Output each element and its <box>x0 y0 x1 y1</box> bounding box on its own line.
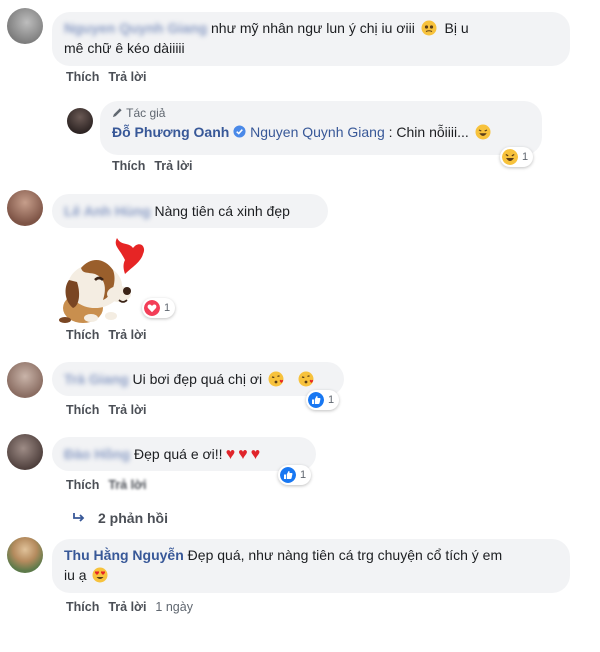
love-reaction-icon <box>144 300 160 316</box>
kiss-emoji-icon <box>268 371 284 387</box>
reply-link[interactable]: Trả lời <box>108 600 146 614</box>
comment-text: Nàng tiên cá xinh đẹp <box>154 203 290 219</box>
comment-text: Đẹp quá, như nàng tiên cá trg chuyện cổ … <box>187 547 503 563</box>
comment-actions: Thích Trả lời <box>66 478 155 492</box>
reply-arrow-icon <box>73 513 85 522</box>
comment-text: mê chữ ê kéo dàiiiii <box>64 40 185 56</box>
author-badge: Tác giả <box>126 106 166 120</box>
like-link[interactable]: Thích <box>66 478 99 492</box>
reply-link[interactable]: Trả lời <box>108 403 146 417</box>
commenter-name[interactable]: Nguyen Quynh Giang <box>64 20 207 36</box>
comment-bubble: Nguyen Quynh Giang như mỹ nhân ngư lun ý… <box>52 12 570 66</box>
avatar[interactable] <box>7 190 43 226</box>
avatar[interactable] <box>7 434 43 470</box>
like-link[interactable]: Thích <box>112 159 145 173</box>
comment-text: Đẹp quá e ơi!! <box>134 446 223 462</box>
comment-text: : Chin nỗiiii... <box>388 124 469 140</box>
commenter-name[interactable]: Đỗ Phương Oanh <box>112 124 229 140</box>
kiss-emoji-icon <box>298 371 314 387</box>
comment-bubble: Đào Hồng Đẹp quá e ơi!! ♥ ♥ ♥ <box>52 437 316 471</box>
comment-actions: Thích Trả lời <box>112 159 201 173</box>
commenter-name[interactable]: Trà Giang <box>64 371 129 387</box>
avatar[interactable] <box>7 8 43 44</box>
view-replies-label[interactable]: 2 phản hồi <box>98 510 168 526</box>
tagged-name[interactable]: Nguyen Quynh Giang <box>250 124 385 140</box>
puppy-sticker[interactable] <box>55 236 155 326</box>
reply-link[interactable]: Trả lời <box>108 70 146 84</box>
avatar[interactable] <box>7 362 43 398</box>
heart-emoji-icon: ♥ <box>250 446 261 463</box>
verified-badge-icon <box>233 125 246 138</box>
heart-eyes-emoji-icon <box>92 567 108 583</box>
like-reaction-icon <box>308 392 324 408</box>
comment-bubble: Thu Hằng Nguyễn Đẹp quá, như nàng tiên c… <box>52 539 570 593</box>
heart-emoji-icon: ♥ <box>238 446 248 463</box>
comment-actions: Thích Trả lời <box>66 328 155 342</box>
heart-emoji-icon: ♥ <box>225 446 236 463</box>
comment-text: Bị u <box>444 20 469 36</box>
timestamp[interactable]: 1 ngày <box>155 600 193 614</box>
reaction-summary[interactable]: 1 <box>306 390 340 410</box>
laugh-reaction-icon <box>502 149 518 165</box>
reply-link[interactable]: Trả lời <box>108 478 146 492</box>
avatar[interactable] <box>67 108 93 134</box>
comment-bubble: Tác giả Đỗ Phương Oanh Nguyen Quynh Gian… <box>100 101 542 155</box>
reaction-summary[interactable]: 1 <box>142 298 176 318</box>
avatar[interactable] <box>7 537 43 573</box>
like-reaction-icon <box>280 467 296 483</box>
reaction-count: 1 <box>164 302 171 314</box>
reply-link[interactable]: Trả lời <box>154 159 192 173</box>
comment-text: Ui bơi đẹp quá chị ơi <box>132 371 263 387</box>
reaction-summary[interactable]: 1 <box>278 465 312 485</box>
comment-actions: Thích Trả lời 1 ngày <box>66 600 202 614</box>
comment-text: iu ạ <box>64 567 87 583</box>
reaction-count: 1 <box>328 394 335 406</box>
commenter-name[interactable]: Thu Hằng Nguyễn <box>64 547 184 563</box>
like-link[interactable]: Thích <box>66 600 99 614</box>
comment-bubble: Trà Giang Ui bơi đẹp quá chị ơi <box>52 362 344 396</box>
view-replies-link[interactable]: 2 phản hồi <box>72 510 168 526</box>
pencil-icon <box>112 108 122 118</box>
comment-bubble: Lê Anh Hùng Nàng tiên cá xinh đẹp <box>52 194 328 228</box>
comment-actions: Thích Trả lời <box>66 70 155 84</box>
like-link[interactable]: Thích <box>66 403 99 417</box>
reply-link[interactable]: Trả lời <box>108 328 146 342</box>
comment-actions: Thích Trả lời <box>66 403 155 417</box>
reaction-count: 1 <box>522 151 529 163</box>
like-link[interactable]: Thích <box>66 70 99 84</box>
reaction-count: 1 <box>300 469 307 481</box>
commenter-name[interactable]: Lê Anh Hùng <box>64 203 151 219</box>
commenter-name[interactable]: Đào Hồng <box>64 446 130 462</box>
laugh-emoji-icon <box>475 124 491 140</box>
comment-text: như mỹ nhân ngư lun ý chị iu ơiii <box>211 20 415 36</box>
like-link[interactable]: Thích <box>66 328 99 342</box>
cry-emoji-icon <box>421 20 437 36</box>
reaction-summary[interactable]: 1 <box>500 147 534 167</box>
